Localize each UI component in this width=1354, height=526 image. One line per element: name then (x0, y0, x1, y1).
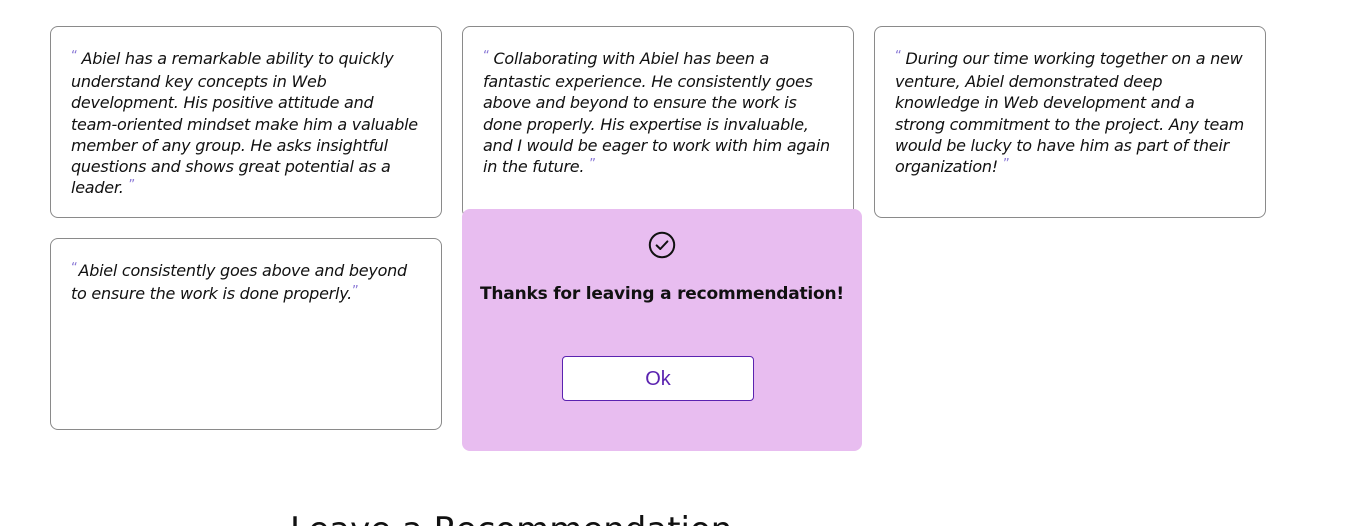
testimonial-card: “Abiel consistently goes above and beyon… (50, 238, 442, 430)
close-quote-mark: ” (352, 284, 359, 300)
close-quote-mark: ” (589, 157, 596, 173)
close-quote-mark: ” (1002, 157, 1010, 173)
testimonial-text: “During our time working together on a n… (895, 48, 1245, 179)
testimonial-card: “Collaborating with Abiel has been a fan… (462, 26, 854, 218)
open-quote-mark: “ (71, 261, 78, 276)
close-quote-mark: ” (128, 178, 136, 194)
modal-message: Thanks for leaving a recommendation! (480, 284, 844, 304)
testimonial-text: “Collaborating with Abiel has been a fan… (483, 48, 833, 179)
testimonial-text: “Abiel consistently goes above and beyon… (71, 260, 421, 306)
testimonial-card: “Abiel has a remarkable ability to quick… (50, 26, 442, 218)
ok-button[interactable]: Ok (562, 356, 754, 401)
open-quote-mark: “ (71, 49, 78, 64)
recommendation-success-modal: Thanks for leaving a recommendation! Ok (462, 209, 862, 451)
testimonial-body: Abiel has a remarkable ability to quickl… (71, 49, 418, 198)
open-quote-mark: “ (895, 49, 902, 64)
recommendations-page: “Abiel has a remarkable ability to quick… (0, 0, 1354, 526)
section-heading: Leave a Recommendation (290, 510, 732, 526)
check-circle-icon (648, 231, 676, 259)
open-quote-mark: “ (483, 49, 490, 64)
testimonial-text: “Abiel has a remarkable ability to quick… (71, 48, 421, 200)
testimonial-body: During our time working together on a ne… (895, 49, 1244, 177)
testimonial-card: “During our time working together on a n… (874, 26, 1266, 218)
testimonial-body: Collaborating with Abiel has been a fant… (483, 49, 830, 177)
